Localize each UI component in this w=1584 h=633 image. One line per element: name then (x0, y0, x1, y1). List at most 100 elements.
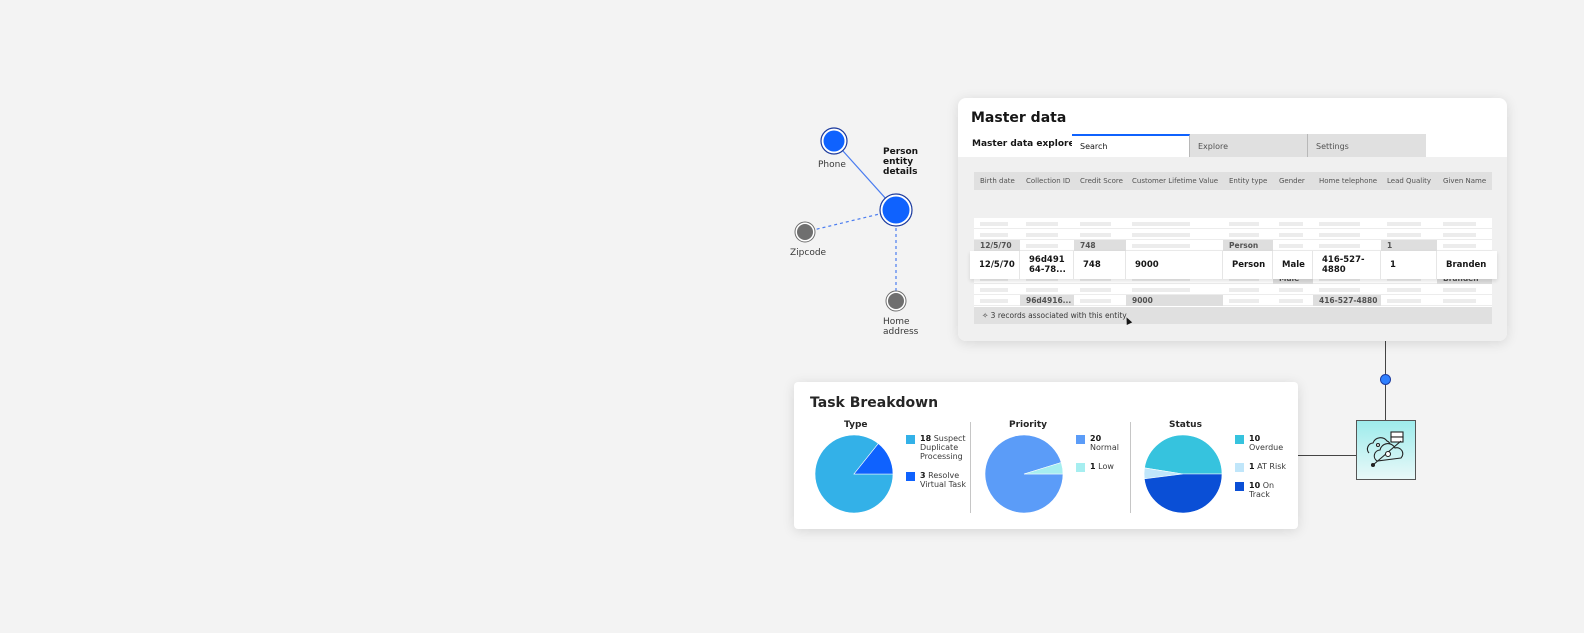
node-home-address[interactable] (885, 290, 907, 312)
column-header[interactable]: Customer Lifetime Value (1126, 177, 1223, 185)
node-person[interactable] (879, 193, 913, 227)
table-row[interactable] (974, 229, 1492, 240)
table-cell: 9000 (1126, 294, 1223, 306)
divider (970, 422, 971, 513)
legend-item: 20 Normal (1076, 434, 1126, 452)
pie-chart-type (814, 434, 894, 514)
table-cell: 96d491 64-78... (1020, 251, 1074, 279)
placeholder-cell (1074, 284, 1126, 295)
master-data-card: Master data Master data explorer Search … (958, 98, 1507, 341)
tab-settings[interactable]: Settings (1308, 134, 1426, 157)
column-header[interactable]: Birth date (974, 177, 1020, 185)
connector-node (1380, 374, 1391, 385)
table-cell: 748 (1074, 239, 1126, 251)
node-label-person: Person entity details (883, 147, 919, 177)
column-header[interactable]: Gender (1273, 177, 1313, 185)
table-row[interactable]: 12/5/70 748 Person 1 (974, 239, 1492, 251)
placeholder-cell (1273, 295, 1313, 306)
table-row[interactable]: 96d4916... 9000 416-527-4880 (974, 294, 1492, 306)
table-cell: 12/5/70 (970, 251, 1020, 279)
node-label-phone: Phone (818, 160, 846, 170)
table-cell: 12/5/70 (974, 239, 1020, 251)
search-panel: Birth date Collection ID Credit Score Custo… (958, 157, 1507, 341)
node-phone[interactable] (820, 127, 848, 155)
placeholder-cell (1437, 240, 1492, 251)
column-header[interactable]: Credit Score (1074, 177, 1126, 185)
legend-item: 1 AT Risk (1235, 462, 1290, 472)
placeholder-cell (1381, 218, 1437, 229)
placeholder-cell (1313, 218, 1381, 229)
placeholder-cell (1313, 240, 1381, 251)
pie-slice-on-track[interactable] (1143, 473, 1223, 514)
legend-item: 1 Low (1076, 462, 1126, 472)
placeholder-cell (974, 284, 1020, 295)
placeholder-cell (1223, 295, 1273, 306)
legend-swatch (1235, 435, 1244, 444)
table-cell: 748 (1074, 251, 1126, 279)
table-cell: Person (1223, 251, 1273, 279)
records-footer[interactable]: ✧ 3 records associated with this entity (974, 307, 1492, 324)
placeholder-cell (1223, 218, 1273, 229)
column-header[interactable]: Lead Quality (1381, 177, 1437, 185)
entity-graph: Phone Person entity details Zipcode Home… (780, 110, 960, 350)
placeholder-cell (1437, 284, 1492, 295)
placeholder-cell (1020, 229, 1074, 240)
placeholder-cell (1020, 240, 1074, 251)
selected-record-row[interactable]: 12/5/70 96d491 64-78... 748 9000 Person Male 4… (970, 251, 1497, 279)
placeholder-cell (1313, 284, 1381, 295)
pie-slice-overdue[interactable] (1144, 434, 1223, 475)
records-table: Birth date Collection ID Credit Score Custo… (974, 172, 1492, 317)
placeholder-cell (1074, 229, 1126, 240)
connector-horizontal (1298, 455, 1356, 456)
legend-swatch (1076, 463, 1085, 472)
placeholder-cell (974, 218, 1020, 229)
pie-title: Status (1169, 420, 1202, 430)
legend-item: 3 Resolve Virtual Task (906, 471, 966, 489)
column-header[interactable]: Entity type (1223, 177, 1273, 185)
table-cell: 1 (1381, 239, 1437, 251)
pie-title: Type (844, 420, 868, 430)
placeholder-cell (1381, 229, 1437, 240)
card-title: Master data (971, 110, 1067, 126)
tab-explore[interactable]: Explore (1190, 134, 1308, 157)
placeholder-cell (1273, 229, 1313, 240)
pie-legend: 20 Normal 1 Low (1076, 434, 1126, 481)
table-cell: 416-527-4880 (1313, 251, 1381, 279)
cloud-integration-node[interactable] (1356, 420, 1416, 480)
placeholder-cell (1381, 284, 1437, 295)
table-cell: Person (1223, 239, 1273, 251)
pie-chart-priority (984, 434, 1064, 514)
legend-item: 10 Overdue (1235, 434, 1290, 452)
task-breakdown-card: Task Breakdown Type 18 Suspect Duplicate… (794, 382, 1298, 529)
placeholder-cell (1223, 284, 1273, 295)
placeholder-cell (1223, 229, 1273, 240)
placeholder-cell (1273, 240, 1313, 251)
table-cell: 416-527-4880 (1313, 294, 1381, 306)
node-label-home-address: Home address (883, 317, 919, 337)
records-footer-text: 3 records associated with this entity (990, 311, 1127, 320)
placeholder-cell (1126, 284, 1223, 295)
node-label-zipcode: Zipcode (790, 248, 827, 258)
column-header[interactable]: Home telephone (1313, 177, 1381, 185)
column-header[interactable]: Given Name (1437, 177, 1492, 185)
legend-swatch (1076, 435, 1085, 444)
column-header[interactable]: Collection ID (1020, 177, 1074, 185)
records-icon: ✧ (982, 311, 991, 320)
placeholder-cell (974, 229, 1020, 240)
graph-edges (794, 127, 913, 312)
tab-search[interactable]: Search (1072, 134, 1190, 157)
placeholder-cell (1381, 295, 1437, 306)
placeholder-cell (1313, 229, 1381, 240)
placeholder-cell (1020, 218, 1074, 229)
pie-legend: 10 Overdue 1 AT Risk 10 On Track (1235, 434, 1290, 509)
pie-chart-status (1143, 434, 1223, 514)
tab-bar: Search Explore Settings (1072, 134, 1426, 157)
legend-swatch (906, 472, 915, 481)
legend-item: 10 On Track (1235, 481, 1290, 499)
divider (1130, 422, 1131, 513)
table-row[interactable] (974, 218, 1492, 229)
table-row[interactable] (974, 284, 1492, 295)
pie-title: Priority (1009, 420, 1047, 430)
node-zipcode[interactable] (794, 221, 816, 243)
pie-legend: 18 Suspect Duplicate Processing 3 Resolv… (906, 434, 966, 499)
